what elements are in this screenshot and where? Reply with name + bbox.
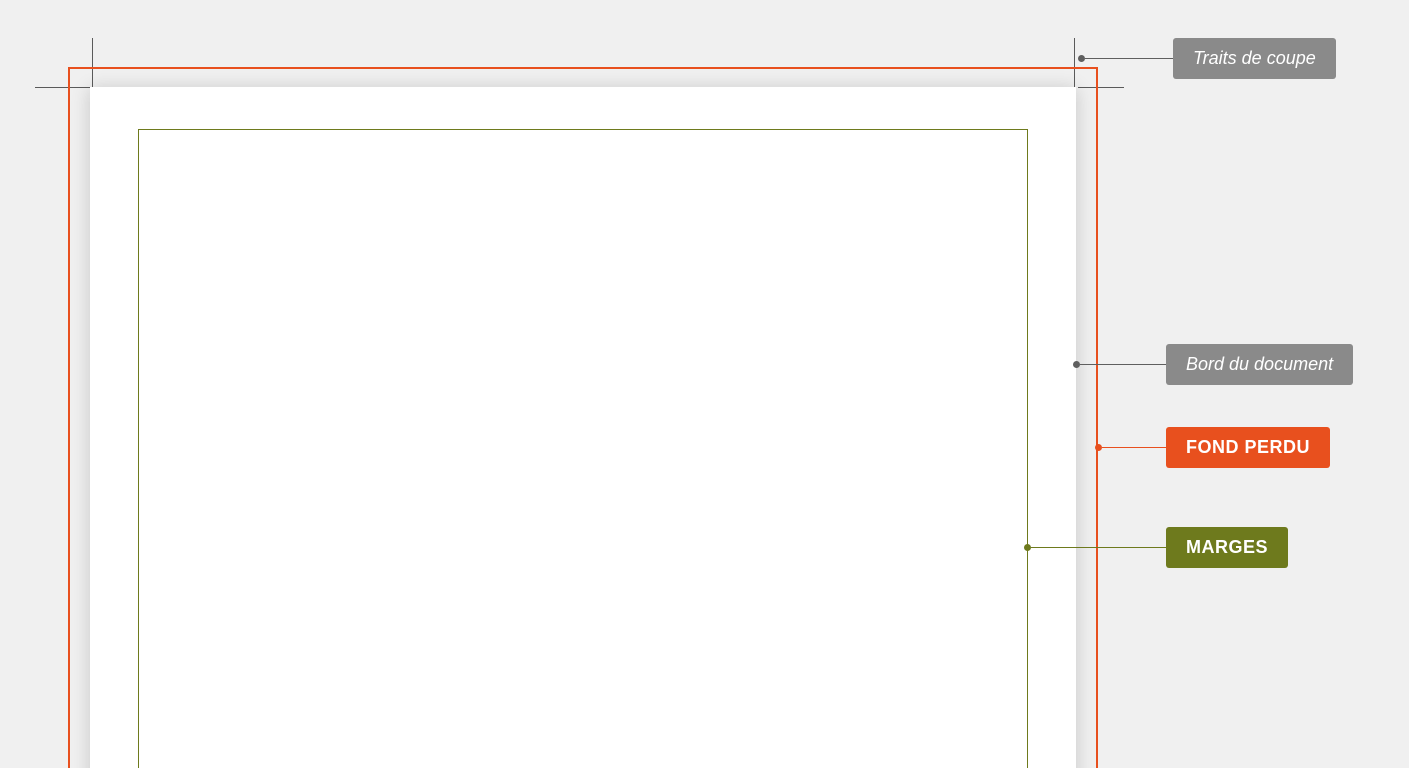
print-layout-diagram: Traits de coupe Bord du document FOND PE… (0, 0, 1409, 768)
callout-line (1031, 547, 1166, 548)
label-crop-marks: Traits de coupe (1173, 38, 1336, 79)
callout-dot (1024, 544, 1031, 551)
callout-line (1085, 58, 1173, 59)
callout-dot (1073, 361, 1080, 368)
label-document-edge: Bord du document (1166, 344, 1353, 385)
margin-frame (138, 129, 1028, 768)
label-bleed: FOND PERDU (1166, 427, 1330, 468)
label-margins: MARGES (1166, 527, 1288, 568)
callout-line (1102, 447, 1166, 448)
callout-dot (1095, 444, 1102, 451)
callout-dot (1078, 55, 1085, 62)
callout-line (1080, 364, 1166, 365)
